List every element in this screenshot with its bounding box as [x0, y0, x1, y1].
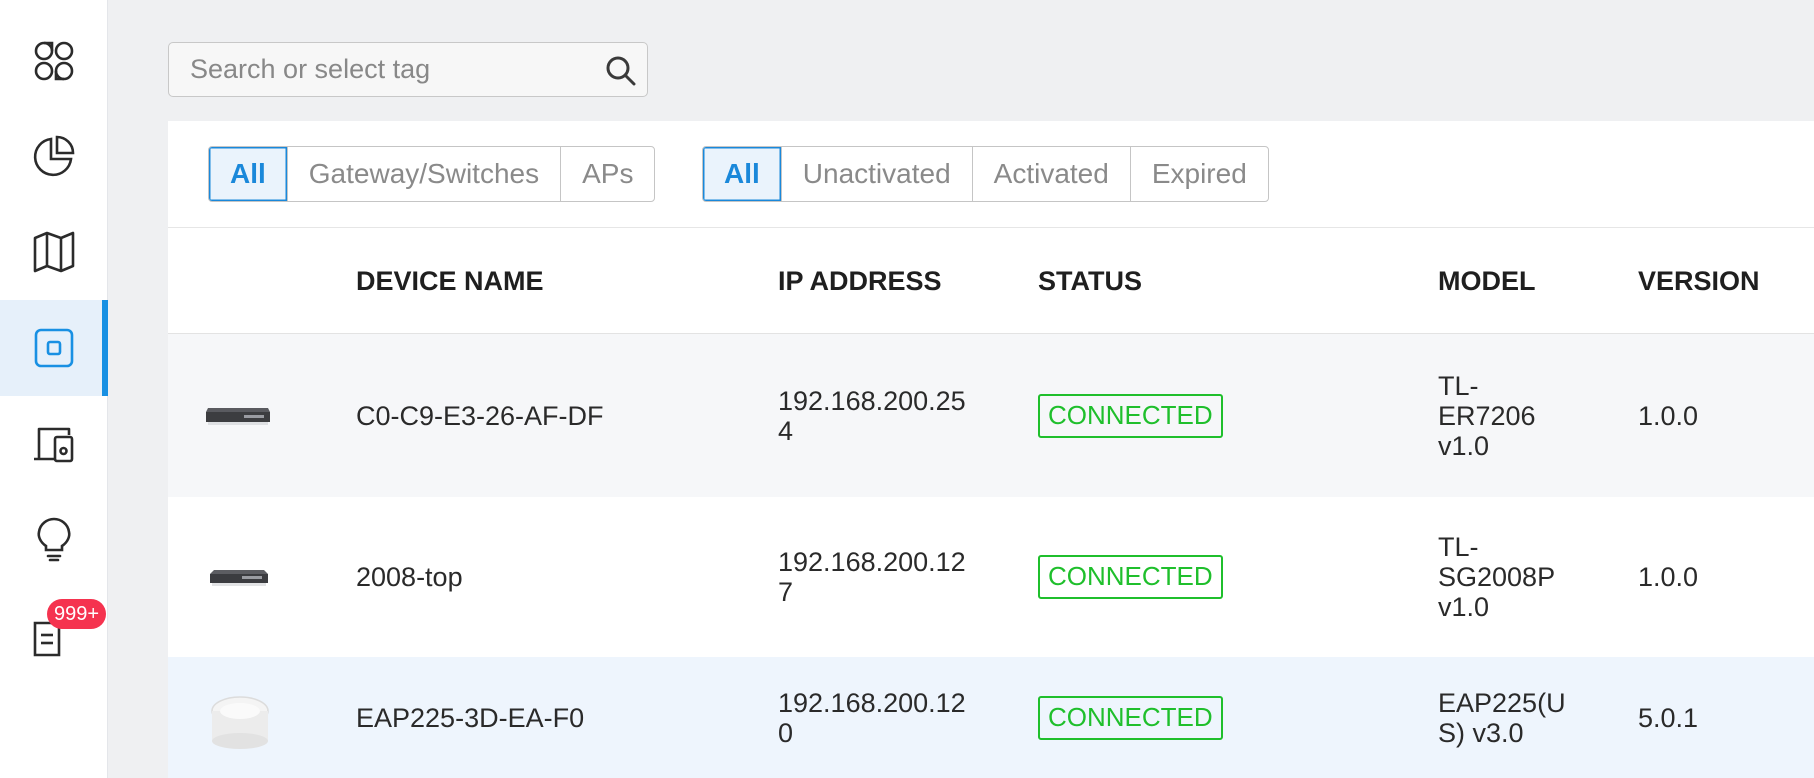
device-name[interactable]: EAP225-3D-EA-F0 — [356, 657, 584, 778]
ip-address: 192.168.200.25 4 — [778, 334, 966, 497]
ip-address-line: 192.168.200.12 — [778, 687, 966, 718]
ip-address-line: 192.168.200.12 — [778, 547, 966, 577]
version: 5.0.1 — [1638, 702, 1699, 733]
switch-image — [210, 570, 268, 586]
filter-status-activated[interactable]: Activated — [971, 147, 1130, 201]
model: TL- ER7206 v1.0 — [1438, 334, 1536, 497]
sidebar: 999+ — [0, 0, 108, 778]
map-icon — [33, 231, 75, 273]
column-model[interactable]: MODEL — [1438, 228, 1536, 335]
filter-type-all[interactable]: All — [209, 147, 287, 201]
model-line: EAP225(U — [1438, 687, 1566, 718]
clients-icon — [34, 427, 74, 463]
device-name[interactable]: 2008-top — [356, 497, 463, 657]
model-line: v1.0 — [1438, 592, 1490, 622]
devices-icon — [34, 328, 74, 368]
ip-address: 192.168.200.12 7 — [778, 497, 966, 657]
version: 1.0.0 — [1638, 562, 1699, 592]
version: 1.0.0 — [1638, 400, 1699, 431]
ip-address: 192.168.200.12 0 — [778, 657, 966, 778]
devices-panel: All Gateway/Switches APs All Unactivated… — [168, 121, 1814, 778]
model-line: SG2008P — [1438, 562, 1556, 592]
nav-map[interactable] — [0, 203, 108, 299]
nav-devices[interactable] — [0, 300, 108, 396]
device-thumbnail — [208, 497, 270, 657]
statistics-icon — [33, 135, 75, 177]
device-name[interactable]: C0-C9-E3-26-AF-DF — [356, 334, 604, 497]
tag-search[interactable] — [168, 42, 648, 97]
column-ip-address[interactable]: IP ADDRESS — [778, 228, 942, 335]
ip-address-line: 0 — [778, 717, 794, 748]
status-badge: CONNECTED — [1038, 555, 1223, 599]
insight-icon — [37, 517, 71, 562]
device-thumbnail — [204, 334, 272, 497]
table-row[interactable]: C0-C9-E3-26-AF-DF 192.168.200.25 4 CONNE… — [168, 334, 1814, 497]
table-row[interactable]: 2008-top 192.168.200.12 7 CONNECTED TL- … — [168, 497, 1814, 657]
nav-logs[interactable]: 999+ — [0, 588, 108, 684]
status-cell: CONNECTED — [1038, 334, 1223, 497]
column-device-name[interactable]: DEVICE NAME — [356, 228, 544, 335]
model-line: TL- — [1438, 370, 1479, 401]
nav-statistics[interactable] — [0, 108, 108, 204]
model-line: TL- — [1438, 532, 1479, 562]
filter-type-gateway-switches[interactable]: Gateway/Switches — [286, 147, 560, 201]
model-line: S) v3.0 — [1438, 717, 1524, 748]
model-line: v1.0 — [1438, 430, 1490, 461]
nav-dashboard[interactable] — [0, 13, 108, 109]
column-version[interactable]: VERSION — [1638, 228, 1760, 335]
column-status[interactable]: STATUS — [1038, 228, 1142, 335]
model: TL- SG2008P v1.0 — [1438, 497, 1555, 657]
ip-address-line: 192.168.200.25 — [778, 385, 966, 416]
model-line: ER7206 — [1438, 400, 1536, 431]
filter-status-all[interactable]: All — [703, 147, 781, 201]
router-image — [206, 407, 270, 425]
filter-type-aps[interactable]: APs — [560, 147, 654, 201]
dashboard-icon — [34, 41, 74, 81]
filter-status-expired[interactable]: Expired — [1129, 147, 1268, 201]
model: EAP225(U S) v3.0 — [1438, 657, 1566, 778]
device-type-filter: All Gateway/Switches APs — [208, 146, 656, 202]
status-badge: CONNECTED — [1038, 393, 1223, 438]
access-point-image — [211, 696, 269, 749]
device-thumbnail — [210, 657, 270, 778]
nav-clients[interactable] — [0, 396, 108, 492]
filter-status-unactivated[interactable]: Unactivated — [780, 147, 972, 201]
ip-address-line: 4 — [778, 415, 794, 446]
status-cell: CONNECTED — [1038, 657, 1223, 778]
notification-badge: 999+ — [47, 599, 107, 629]
status-badge: CONNECTED — [1038, 695, 1223, 740]
table-row[interactable]: EAP225-3D-EA-F0 192.168.200.12 0 CONNECT… — [168, 657, 1814, 778]
table-header: DEVICE NAME IP ADDRESS STATUS MODEL VERS… — [168, 227, 1814, 334]
device-status-filter: All Unactivated Activated Expired — [702, 146, 1269, 202]
search-icon[interactable] — [605, 55, 637, 87]
nav-insight[interactable] — [0, 491, 108, 587]
ip-address-line: 7 — [778, 577, 794, 607]
search-input[interactable] — [169, 54, 569, 85]
status-cell: CONNECTED — [1038, 497, 1223, 657]
